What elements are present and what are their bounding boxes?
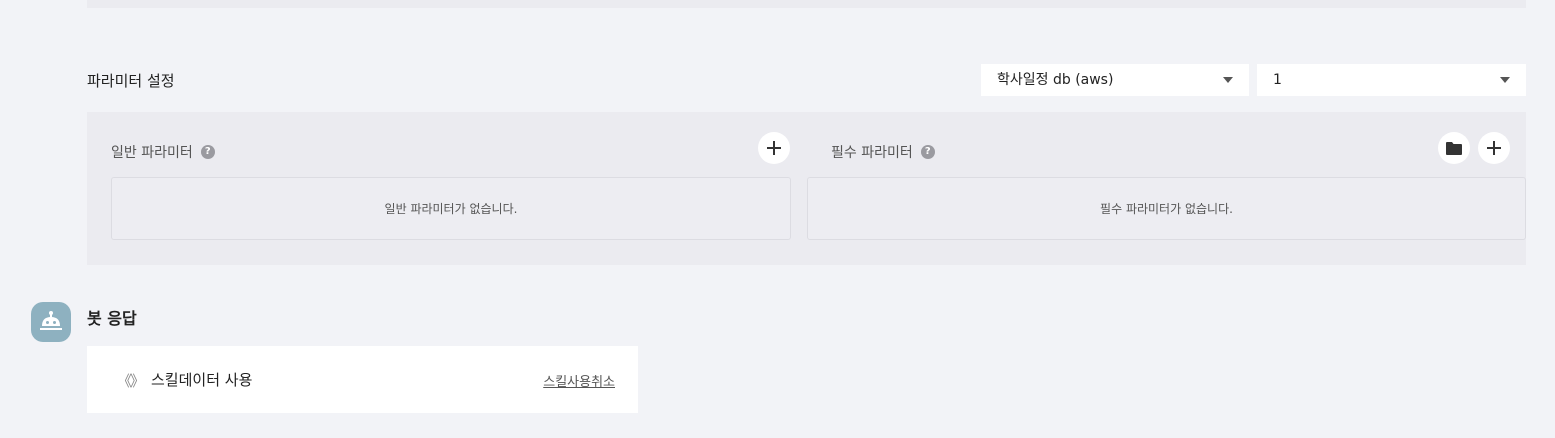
version-select-value: 1 bbox=[1273, 72, 1282, 88]
general-parameter-label: 일반 파라미터 bbox=[111, 145, 193, 161]
skill-data-label: 스킬데이터 사용 bbox=[151, 371, 253, 389]
folder-button[interactable] bbox=[1438, 132, 1470, 164]
required-parameter-label: 필수 파라미터 bbox=[831, 145, 913, 161]
add-required-parameter-button[interactable] bbox=[1478, 132, 1510, 164]
parameter-settings-title: 파라미터 설정 bbox=[87, 72, 175, 90]
add-general-parameter-button[interactable] bbox=[758, 132, 790, 164]
db-select-value: 학사일정 db (aws) bbox=[997, 72, 1114, 88]
required-parameter-empty: 필수 파라미터가 없습니다. bbox=[807, 177, 1526, 240]
chevron-down-icon bbox=[1500, 77, 1510, 83]
plus-icon bbox=[767, 141, 781, 155]
bot-avatar bbox=[31, 302, 71, 342]
required-parameter-header: 필수 파라미터 ? bbox=[831, 142, 935, 162]
chevron-down-icon bbox=[1223, 77, 1233, 83]
general-parameter-header: 일반 파라미터 ? bbox=[111, 142, 215, 162]
plus-icon bbox=[1487, 141, 1501, 155]
skill-data-card: 《》 스킬데이터 사용 스킬사용취소 bbox=[87, 346, 638, 413]
help-icon[interactable]: ? bbox=[200, 145, 215, 159]
general-parameter-empty: 일반 파라미터가 없습니다. bbox=[111, 177, 791, 240]
previous-section-bottom bbox=[87, 0, 1526, 8]
help-icon[interactable]: ? bbox=[920, 145, 935, 159]
code-brackets-icon: 《》 bbox=[117, 372, 145, 390]
bot-response-title: 봇 응답 bbox=[87, 309, 137, 328]
version-select[interactable]: 1 bbox=[1257, 64, 1526, 96]
db-select[interactable]: 학사일정 db (aws) bbox=[981, 64, 1249, 96]
robot-icon bbox=[40, 311, 62, 330]
cancel-skill-link[interactable]: 스킬사용취소 bbox=[543, 371, 615, 390]
folder-icon bbox=[1446, 142, 1462, 155]
